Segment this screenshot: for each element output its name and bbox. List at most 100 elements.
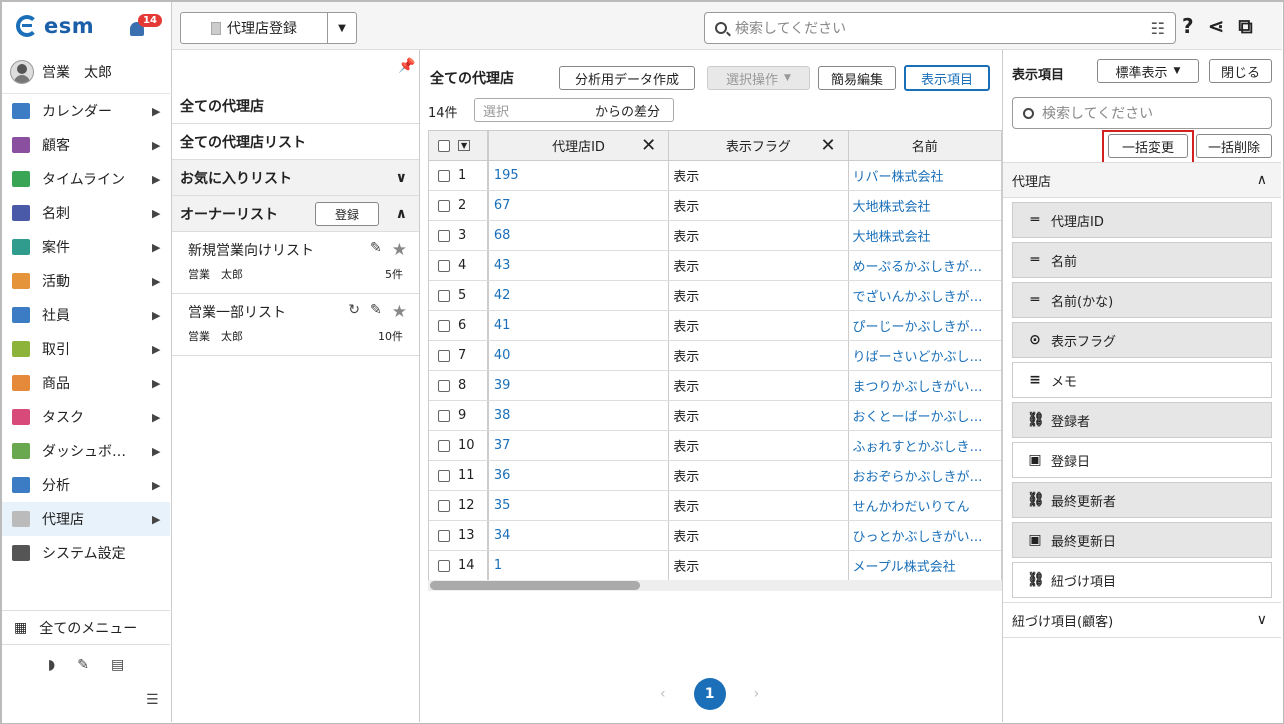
open-external-icon[interactable]: ⧉ [1238,14,1252,38]
row-checkbox[interactable] [438,379,450,392]
row-checkbox[interactable] [438,529,450,542]
pin-icon[interactable]: 📌 [398,58,415,74]
column-header[interactable]: 名前 [849,131,1001,160]
select-action-button[interactable]: 選択操作 ▼ [707,66,810,90]
section-linked-customer[interactable]: 紐づけ項目(顧客) ∨ [1003,602,1281,638]
next-page-icon[interactable]: › [754,686,760,702]
logo[interactable]: esm [16,14,94,38]
sidebar-item-6[interactable]: 社員 ▶ [2,298,170,332]
sidebar-item-3[interactable]: 名刺 ▶ [2,196,170,230]
agency-id-link[interactable]: 35 [494,498,511,513]
display-fields-button[interactable]: 表示項目 [904,65,990,91]
close-icon[interactable]: ✕ [820,135,835,156]
agency-name-link[interactable]: メープル株式会社 [853,556,956,575]
edit-list-icon[interactable]: ✎ [370,240,382,260]
fav-list-item[interactable]: 営業一部リスト 営業 太郎 10件 ↻ ✎ ★ [172,294,419,356]
table-row[interactable]: 5 42 表示 でざいんかぶしきが… [429,281,1001,311]
owner-section[interactable]: オーナーリスト 登録 ∧ [172,196,419,232]
agency-name-link[interactable]: おおぞらかぶしきが… [853,466,983,485]
table-row[interactable]: 9 38 表示 おくとーばーかぶし… [429,401,1001,431]
row-checkbox[interactable] [438,469,450,482]
table-row[interactable]: 1 195 表示 リバー株式会社 [429,161,1001,191]
filter-icon[interactable]: ☷ [1151,19,1165,38]
all-menu-button[interactable]: ▦ 全てのメニュー [2,611,170,645]
sidebar-item-9[interactable]: タスク ▶ [2,400,170,434]
agency-id-link[interactable]: 195 [494,168,519,183]
agency-id-link[interactable]: 34 [494,528,511,543]
table-row[interactable]: 12 35 表示 せんかわだいりてん [429,491,1001,521]
sidebar-item-2[interactable]: タイムライン ▶ [2,162,170,196]
owner-register-button[interactable]: 登録 [315,202,379,226]
all-agencies-list-link[interactable]: 全ての代理店リスト [172,124,419,160]
field-item[interactable]: ⛓ 最終更新者 [1012,482,1272,518]
sidebar-item-4[interactable]: 案件 ▶ [2,230,170,264]
global-search-input[interactable]: 検索してください ☷ [704,12,1176,44]
agency-id-link[interactable]: 40 [494,348,511,363]
table-row[interactable]: 13 34 表示 ひっとかぶしきがい… [429,521,1001,551]
agency-name-link[interactable]: めーぷるかぶしきが… [853,256,982,275]
scroll-thumb[interactable] [430,581,640,590]
table-icon[interactable]: ▤ [111,657,124,673]
table-row[interactable]: 6 41 表示 ぴーじーかぶしきが… [429,311,1001,341]
agency-id-link[interactable]: 38 [494,408,511,423]
agency-id-link[interactable]: 1 [494,558,502,573]
field-item[interactable]: ⛓ 登録者 [1012,402,1272,438]
select-menu-icon[interactable]: ▼ [458,140,471,151]
row-checkbox[interactable] [438,289,450,302]
agency-id-link[interactable]: 39 [494,378,511,393]
column-header[interactable]: 代理店ID ✕ [489,131,670,160]
sidebar-item-13[interactable]: システム設定 [2,536,170,570]
current-page[interactable]: 1 [693,678,726,710]
table-row[interactable]: 11 36 表示 おおぞらかぶしきが… [429,461,1001,491]
bulk-delete-button[interactable]: 一括削除 [1196,134,1272,158]
agency-name-link[interactable]: ひっとかぶしきがい… [853,526,983,545]
row-checkbox[interactable] [438,259,450,272]
agency-id-link[interactable]: 67 [494,198,511,213]
agency-id-link[interactable]: 68 [494,228,511,243]
standard-view-button[interactable]: 標準表示 ▼ [1097,59,1199,83]
bookmark-icon[interactable]: ◗ [48,657,55,673]
refresh-icon[interactable]: ↻ [348,302,360,322]
row-checkbox[interactable] [438,409,450,422]
sidebar-item-0[interactable]: カレンダー ▶ [2,94,170,128]
sidebar-item-5[interactable]: 活動 ▶ [2,264,170,298]
row-checkbox[interactable] [438,559,450,572]
agency-name-link[interactable]: ぴーじーかぶしきが… [853,316,983,335]
table-row[interactable]: 10 37 表示 ふぉれすとかぶしき… [429,431,1001,461]
agency-id-link[interactable]: 41 [494,318,511,333]
agency-id-link[interactable]: 36 [494,468,511,483]
row-checkbox[interactable] [438,319,450,332]
agency-name-link[interactable]: りばーさいどかぶし… [853,346,983,365]
field-item[interactable]: ⊙ 表示フラグ [1012,322,1272,358]
agency-name-link[interactable]: リバー株式会社 [853,166,944,185]
table-row[interactable]: 3 68 表示 大地株式会社 [429,221,1001,251]
row-checkbox[interactable] [438,349,450,362]
all-agencies-link[interactable]: 全ての代理店 [172,88,419,124]
field-item[interactable]: ≡ メモ [1012,362,1272,398]
column-header[interactable]: 表示フラグ ✕ [669,131,849,160]
row-checkbox[interactable] [438,499,450,512]
row-checkbox[interactable] [438,199,450,212]
row-checkbox[interactable] [438,439,450,452]
agency-name-link[interactable]: でざいんかぶしきが… [853,286,983,305]
field-search-input[interactable]: 検索してください [1012,97,1272,129]
close-icon[interactable]: ✕ [641,135,656,156]
table-row[interactable]: 4 43 表示 めーぷるかぶしきが… [429,251,1001,281]
analysis-data-button[interactable]: 分析用データ作成 [559,66,695,90]
agency-name-link[interactable]: ふぉれすとかぶしき… [853,436,983,455]
user-profile[interactable]: 営業 太郎 [10,60,112,84]
favorites-section[interactable]: お気に入りリスト ∨ [172,160,419,196]
field-item[interactable]: ⛓ 紐づけ項目 [1012,562,1272,598]
share-icon[interactable]: ⋖ [1208,14,1225,38]
diff-select[interactable]: 選択 からの差分 [474,98,674,122]
agency-name-link[interactable]: せんかわだいりてん [853,496,970,515]
star-icon[interactable]: ★ [392,302,407,322]
agency-id-link[interactable]: 37 [494,438,511,453]
agency-name-link[interactable]: おくとーばーかぶし… [853,406,983,425]
horizontal-scrollbar[interactable] [428,580,1002,591]
sidebar-item-7[interactable]: 取引 ▶ [2,332,170,366]
agency-name-link[interactable]: まつりかぶしきがい… [853,376,983,395]
sidebar-item-11[interactable]: 分析 ▶ [2,468,170,502]
collapse-sidebar-icon[interactable]: ☰ [146,692,159,708]
table-row[interactable]: 7 40 表示 りばーさいどかぶし… [429,341,1001,371]
